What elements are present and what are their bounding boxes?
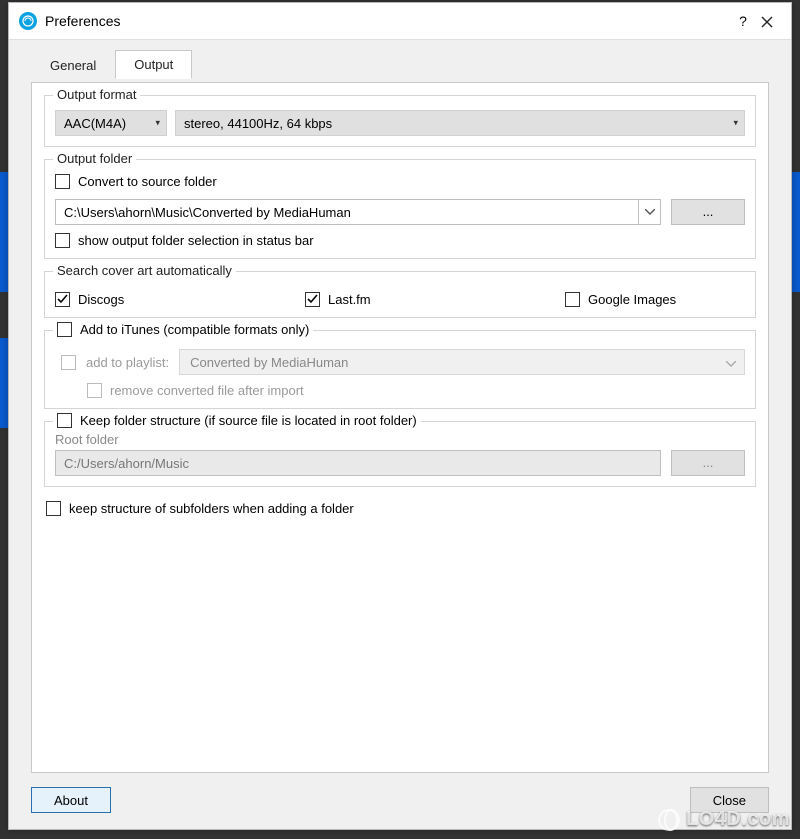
checkbox-add-to-playlist xyxy=(61,355,76,370)
help-button[interactable]: ? xyxy=(731,13,755,29)
label-show-in-statusbar: show output folder selection in status b… xyxy=(78,233,314,248)
window-title: Preferences xyxy=(45,13,731,29)
checkbox-remove-after-import xyxy=(87,383,102,398)
checkbox-discogs[interactable] xyxy=(55,292,70,307)
button-bar: About Close xyxy=(31,785,769,815)
group-output-folder: Output folder Convert to source folder C… xyxy=(44,159,756,259)
label-lastfm: Last.fm xyxy=(328,292,371,307)
output-folder-path[interactable]: C:\Users\ahorn\Music\Converted by MediaH… xyxy=(55,199,661,225)
legend-output-format: Output format xyxy=(53,87,140,102)
playlist-value: Converted by MediaHuman xyxy=(190,355,348,370)
browse-root-folder-button: ... xyxy=(671,450,745,476)
label-convert-to-source: Convert to source folder xyxy=(78,174,217,189)
close-window-button[interactable] xyxy=(755,14,779,29)
client-area: General Output Output format AAC(M4A) ▾ … xyxy=(9,39,791,829)
tabstrip: General Output xyxy=(9,40,791,79)
label-add-to-playlist: add to playlist: xyxy=(86,355,169,370)
playlist-dropdown: Converted by MediaHuman xyxy=(179,349,745,375)
tab-general[interactable]: General xyxy=(31,51,115,79)
checkbox-convert-to-source[interactable] xyxy=(55,174,70,189)
label-keep-subfolders: keep structure of subfolders when adding… xyxy=(69,501,354,516)
output-page: Output format AAC(M4A) ▾ stereo, 44100Hz… xyxy=(31,82,769,773)
about-button[interactable]: About xyxy=(31,787,111,813)
titlebar: Preferences ? xyxy=(9,3,791,39)
format-dropdown[interactable]: AAC(M4A) ▾ xyxy=(55,110,167,136)
tab-output[interactable]: Output xyxy=(115,50,192,79)
checkbox-keep-structure[interactable] xyxy=(57,413,72,428)
label-google-images: Google Images xyxy=(588,292,676,307)
label-root-folder: Root folder xyxy=(55,432,745,447)
label-keep-structure: Keep folder structure (if source file is… xyxy=(80,413,417,428)
root-folder-path-text: C:/Users/ahorn/Music xyxy=(64,456,189,471)
root-folder-path: C:/Users/ahorn/Music xyxy=(55,450,661,476)
browse-output-folder-button[interactable]: ... xyxy=(671,199,745,225)
quality-dropdown[interactable]: stereo, 44100Hz, 64 kbps ▾ xyxy=(175,110,745,136)
chevron-down-icon[interactable] xyxy=(638,200,660,224)
preferences-window: Preferences ? General Output Output form… xyxy=(8,2,792,830)
checkbox-show-in-statusbar[interactable] xyxy=(55,233,70,248)
output-folder-path-text: C:\Users\ahorn\Music\Converted by MediaH… xyxy=(64,205,351,220)
quality-value: stereo, 44100Hz, 64 kbps xyxy=(184,116,332,131)
label-add-to-itunes: Add to iTunes (compatible formats only) xyxy=(80,322,309,337)
legend-cover-art: Search cover art automatically xyxy=(53,263,236,278)
checkbox-keep-subfolders[interactable] xyxy=(46,501,61,516)
group-keep-structure: Keep folder structure (if source file is… xyxy=(44,421,756,487)
format-value: AAC(M4A) xyxy=(64,116,126,131)
close-button[interactable]: Close xyxy=(690,787,769,813)
legend-output-folder: Output folder xyxy=(53,151,136,166)
label-remove-after-import: remove converted file after import xyxy=(110,383,304,398)
chevron-down-icon: ▾ xyxy=(733,118,738,129)
chevron-down-icon: ▾ xyxy=(155,118,160,129)
chevron-down-icon xyxy=(726,355,736,370)
group-cover-art: Search cover art automatically Discogs L… xyxy=(44,271,756,318)
checkbox-google-images[interactable] xyxy=(565,292,580,307)
group-output-format: Output format AAC(M4A) ▾ stereo, 44100Hz… xyxy=(44,95,756,147)
checkbox-add-to-itunes[interactable] xyxy=(57,322,72,337)
group-itunes: Add to iTunes (compatible formats only) … xyxy=(44,330,756,409)
app-icon xyxy=(19,12,37,30)
label-discogs: Discogs xyxy=(78,292,124,307)
checkbox-lastfm[interactable] xyxy=(305,292,320,307)
